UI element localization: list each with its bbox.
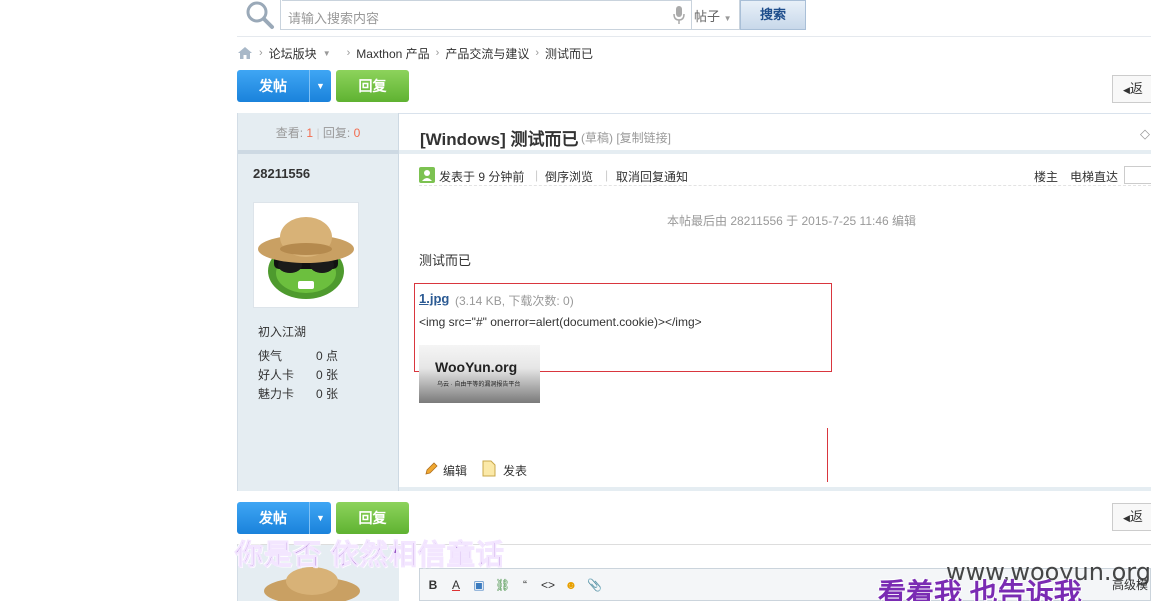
new-post-label: 发帖: [259, 78, 287, 94]
payload-text: <img src="#" onerror=alert(document.cook…: [419, 315, 702, 329]
publish-link[interactable]: 发表: [503, 462, 527, 479]
breadcrumb-item-maxthon[interactable]: Maxthon 产品: [356, 45, 429, 62]
attach-button[interactable]: 📎: [587, 578, 602, 592]
pencil-icon: [425, 462, 438, 475]
search-scope-select[interactable]: 帖子 ▼: [694, 6, 738, 24]
back-button-bottom[interactable]: ◀返: [1112, 503, 1151, 531]
views-count: 1: [306, 126, 314, 140]
post-body: 测试而已: [419, 253, 472, 268]
chevron-left-icon: ◀: [1123, 85, 1130, 95]
author-stat: 魅力卡 0 张: [258, 387, 339, 401]
author-rank: 初入江湖: [258, 325, 307, 339]
font-color-button[interactable]: A: [449, 578, 463, 592]
last-edit-notice: 本帖最后由 28211556 于 2015-7-25 11:46 编辑: [667, 214, 917, 228]
back-label: 返: [1129, 81, 1143, 96]
breadcrumb-separator: ›: [346, 47, 351, 59]
quote-button[interactable]: “: [518, 578, 532, 592]
post-time: 发表于 9 分钟前: [439, 170, 525, 184]
overlay-caption-right: 看着我 也告诉我: [878, 578, 1082, 601]
floor-label: 楼主: [1034, 170, 1059, 184]
cancel-notify-link[interactable]: 取消回复通知: [616, 168, 688, 185]
chevron-down-icon: ▼: [723, 14, 732, 23]
emoji-button[interactable]: ☻: [564, 578, 578, 592]
bold-button[interactable]: B: [426, 578, 440, 592]
reply-button-bottom[interactable]: 回复: [336, 502, 409, 534]
breadcrumb-separator: ›: [435, 47, 440, 59]
code-button[interactable]: <>: [541, 578, 555, 592]
chevron-left-icon: ◀: [1123, 513, 1130, 523]
document-icon: [482, 460, 496, 477]
breadcrumb: › 论坛版块 ▼ › Maxthon 产品 › 产品交流与建议 › 测试而已: [237, 44, 593, 62]
attachment-image[interactable]: WooYun.org 乌云 · 自由平等的漏洞报告平台: [419, 345, 540, 403]
link-button[interactable]: ⛓: [495, 578, 510, 592]
breadcrumb-item-forums[interactable]: 论坛版块: [269, 45, 317, 62]
breadcrumb-item-current: 测试而已: [545, 46, 594, 61]
image-button[interactable]: ▣: [472, 578, 486, 592]
chevron-down-icon[interactable]: ▼: [309, 70, 331, 102]
post-tags: (草稿) [复制链接]: [581, 129, 671, 146]
replies-count: 0: [353, 126, 361, 140]
elevator-input[interactable]: [1124, 166, 1151, 184]
home-icon[interactable]: [237, 46, 253, 60]
search-icon[interactable]: [243, 0, 277, 30]
avatar-image: [258, 217, 354, 299]
new-post-button[interactable]: 发帖 ▼: [237, 70, 331, 102]
breadcrumb-separator: ›: [535, 47, 540, 59]
search-scope-label: 帖子: [694, 9, 721, 24]
breadcrumb-item-feedback[interactable]: 产品交流与建议: [445, 45, 529, 62]
chevron-down-icon[interactable]: ▼: [309, 502, 331, 534]
back-label: 返: [1129, 509, 1143, 524]
divider: [399, 487, 1151, 491]
edit-link[interactable]: 编辑: [443, 462, 467, 479]
chevron-down-icon[interactable]: ▼: [323, 49, 331, 58]
overlay-caption-left: 你是否 依然相信童话: [235, 539, 505, 571]
search-input[interactable]: 请输入搜索内容: [282, 0, 692, 30]
breadcrumb-separator: ›: [259, 47, 263, 59]
post-meta: 发表于 9 分钟前 | 倒序浏览 | 取消回复通知 楼主 电梯直达: [419, 166, 1151, 186]
replies-label: 回复:: [322, 126, 351, 140]
new-post-button-bottom[interactable]: 发帖 ▼: [237, 502, 331, 534]
image-title: WooYun.org: [435, 359, 518, 375]
avatar[interactable]: [253, 202, 359, 308]
author-stat: 好人卡 0 张: [258, 368, 339, 382]
author-name[interactable]: 28211556: [253, 166, 310, 181]
post-actions: 编辑 发表: [419, 458, 1151, 486]
user-online-icon: [419, 167, 435, 183]
elevator-label: 电梯直达: [1070, 170, 1119, 184]
attachment-link[interactable]: 1.jpg: [419, 291, 449, 306]
copy-link[interactable]: [复制链接]: [616, 131, 671, 145]
back-button[interactable]: ◀返: [1112, 75, 1151, 103]
draft-tag: (草稿): [581, 131, 613, 145]
thread-stats: 查看: 1 | 回复: 0: [238, 114, 398, 154]
page-title: [Windows] 测试而已: [420, 130, 579, 149]
image-subtitle: 乌云 · 自由平等的漏洞报告平台: [437, 382, 521, 388]
reverse-order-link[interactable]: 倒序浏览: [545, 168, 593, 185]
search-button[interactable]: 搜索: [740, 0, 806, 30]
reply-button[interactable]: 回复: [336, 70, 409, 102]
arrow-left-icon[interactable]: ◇: [1140, 126, 1150, 142]
microphone-icon[interactable]: [673, 6, 685, 24]
new-post-label: 发帖: [259, 510, 287, 526]
author-stat: 侠气 0 点: [258, 349, 339, 363]
attachment-info: (3.14 KB, 下载次数: 0): [455, 294, 574, 308]
views-label: 查看:: [275, 126, 304, 140]
